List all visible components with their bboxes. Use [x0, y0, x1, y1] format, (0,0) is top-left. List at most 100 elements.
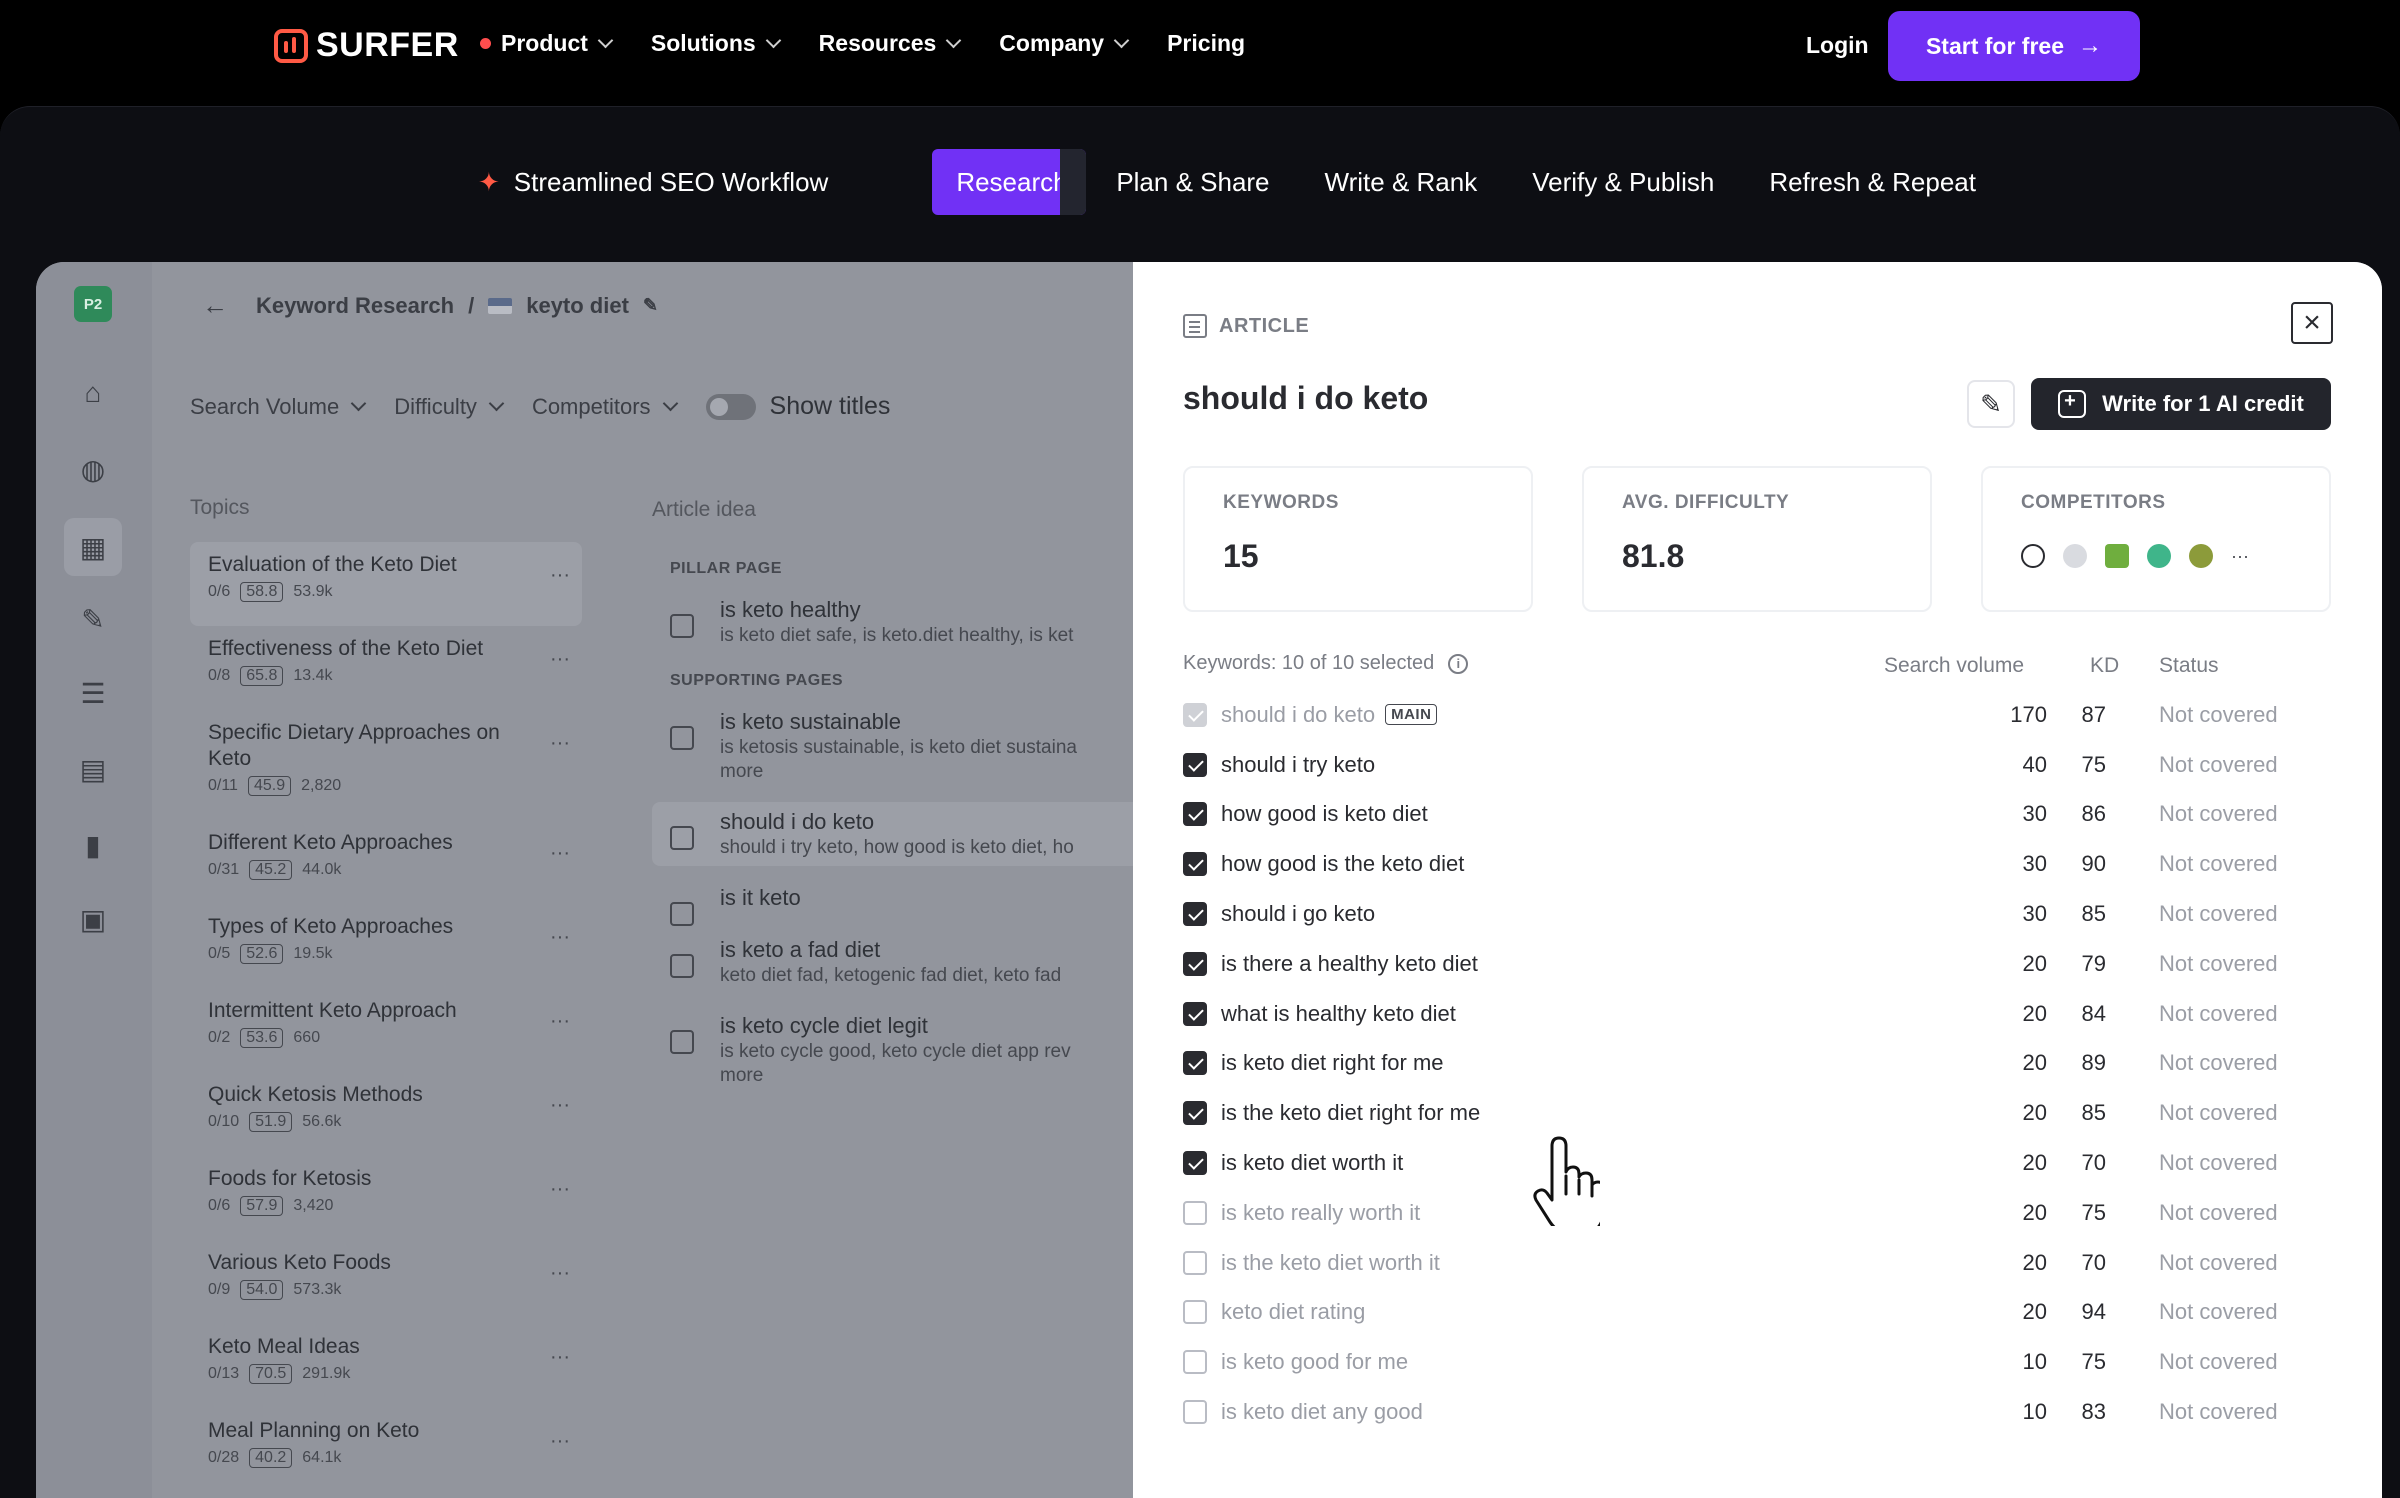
- list-icon[interactable]: ☰: [76, 676, 110, 710]
- filter-competitors[interactable]: Competitors: [532, 394, 678, 420]
- more-options-icon[interactable]: ···: [550, 1262, 570, 1285]
- keyword-checkbox[interactable]: [1183, 1250, 1207, 1275]
- article-more-link[interactable]: more: [720, 760, 1140, 784]
- competitor-person-icon[interactable]: [2063, 544, 2087, 568]
- topic-item[interactable]: Effectiveness of the Keto Diet 0/8 65.8 13.…: [190, 626, 582, 710]
- keyword-row[interactable]: how good is the keto diet 30 90 Not covered: [1183, 839, 2313, 889]
- show-titles-toggle[interactable]: [705, 393, 756, 420]
- keyword-row[interactable]: is there a healthy keto diet 20 79 Not cove…: [1183, 939, 2313, 989]
- menu-pricing[interactable]: Pricing: [1167, 30, 1245, 57]
- tab-write-rank[interactable]: Write & Rank: [1325, 167, 1478, 198]
- article-checkbox[interactable]: [670, 902, 694, 926]
- start-for-free-button[interactable]: Start for free →: [1888, 11, 2140, 81]
- topic-item[interactable]: Keto Meal Ideas 0/13 70.5 291.9k ···: [190, 1324, 582, 1408]
- close-button[interactable]: ×: [2291, 302, 2333, 344]
- menu-product[interactable]: Product: [480, 30, 614, 57]
- competitor-leaf-icon[interactable]: [2189, 544, 2213, 568]
- keyword-row[interactable]: how good is keto diet 30 86 Not covered: [1183, 790, 2313, 840]
- more-options-icon[interactable]: ···: [550, 1094, 570, 1117]
- topic-item[interactable]: Types of Keto Approaches 0/5 52.6 19.5k ···: [190, 904, 582, 988]
- home-icon[interactable]: ⌂: [76, 376, 110, 410]
- filter-search-volume[interactable]: Search Volume: [190, 394, 367, 420]
- back-arrow-icon[interactable]: ←: [202, 290, 228, 321]
- topic-item[interactable]: Evaluation of the Keto Diet 0/6 58.8 53.9k ·…: [190, 542, 582, 626]
- keyword-row[interactable]: should i try keto 40 75 Not covered: [1183, 740, 2313, 790]
- keyword-row[interactable]: is keto diet worth it 20 70 Not covered: [1183, 1138, 2313, 1188]
- more-options-icon[interactable]: ···: [550, 1010, 570, 1033]
- article-row[interactable]: is keto a fad diet keto diet fad, ketogen…: [652, 930, 1212, 994]
- breadcrumb-section[interactable]: Keyword Research: [256, 293, 454, 319]
- more-options-icon[interactable]: ···: [550, 648, 570, 671]
- more-options-icon[interactable]: ···: [550, 1430, 570, 1453]
- keyword-checkbox[interactable]: [1183, 802, 1207, 827]
- more-options-icon[interactable]: ···: [550, 564, 570, 587]
- keyword-checkbox[interactable]: [1183, 902, 1207, 927]
- competitor-green-icon[interactable]: [2105, 544, 2129, 568]
- keyword-checkbox[interactable]: [1183, 1051, 1207, 1076]
- more-options-icon[interactable]: ···: [550, 1178, 570, 1201]
- keyword-checkbox[interactable]: [1183, 1350, 1207, 1375]
- grid-icon[interactable]: ▦: [64, 518, 122, 576]
- edit-pencil-icon[interactable]: ✎: [643, 295, 658, 316]
- topic-item[interactable]: Intermittent Keto Approach 0/2 53.6 660 ···: [190, 988, 582, 1072]
- editor-icon[interactable]: ✎: [76, 602, 110, 636]
- project-badge[interactable]: P2: [74, 286, 112, 322]
- keyword-row[interactable]: is keto good for me 10 75 Not covered: [1183, 1337, 2313, 1387]
- keyword-checkbox[interactable]: [1183, 852, 1207, 877]
- document-icon[interactable]: ▣: [76, 902, 110, 936]
- article-row[interactable]: is it keto: [652, 878, 1212, 926]
- keyword-row[interactable]: should i go keto 30 85 Not covered: [1183, 889, 2313, 939]
- article-checkbox[interactable]: [670, 1030, 694, 1054]
- keyword-checkbox[interactable]: [1183, 1300, 1207, 1325]
- tab-verify-publish[interactable]: Verify & Publish: [1532, 167, 1714, 198]
- article-checkbox[interactable]: [670, 614, 694, 638]
- surfer-logo[interactable]: SURFER: [274, 26, 459, 65]
- globe-icon[interactable]: ◍: [76, 452, 110, 486]
- menu-solutions[interactable]: Solutions: [651, 30, 781, 57]
- keyword-checkbox[interactable]: [1183, 702, 1207, 727]
- keyword-checkbox[interactable]: [1183, 1200, 1207, 1225]
- more-options-icon[interactable]: ···: [550, 926, 570, 949]
- edit-button[interactable]: ✎: [1967, 380, 2015, 428]
- menu-company[interactable]: Company: [999, 30, 1130, 57]
- keyword-checkbox[interactable]: [1183, 752, 1207, 777]
- keyword-row[interactable]: is keto diet any good 10 83 Not covered: [1183, 1387, 2313, 1437]
- topic-item[interactable]: Meal Planning on Keto 0/28 40.2 64.1k ···: [190, 1408, 582, 1492]
- topic-item[interactable]: Quick Ketosis Methods 0/10 51.9 56.6k ···: [190, 1072, 582, 1156]
- table-icon[interactable]: ▤: [76, 752, 110, 786]
- topic-item[interactable]: Specific Dietary Approaches on Keto 0/11 4…: [190, 710, 582, 820]
- article-checkbox[interactable]: [670, 954, 694, 978]
- keyword-row[interactable]: what is healthy keto diet 20 84 Not covered: [1183, 989, 2313, 1039]
- topic-item[interactable]: Foods for Ketosis 0/6 57.9 3,420 ···: [190, 1156, 582, 1240]
- article-row[interactable]: is keto cycle diet legit is keto cycle go…: [652, 1006, 1212, 1094]
- tab-research[interactable]: Research: [932, 149, 1087, 215]
- keyword-row[interactable]: is keto diet right for me 20 89 Not covered: [1183, 1039, 2313, 1089]
- article-row[interactable]: should i do keto should i try keto, how g…: [652, 802, 1212, 866]
- keyword-row[interactable]: is the keto diet right for me 20 85 Not cov…: [1183, 1088, 2313, 1138]
- article-checkbox[interactable]: [670, 726, 694, 750]
- keyword-row[interactable]: keto diet rating 20 94 Not covered: [1183, 1288, 2313, 1338]
- tab-refresh-repeat[interactable]: Refresh & Repeat: [1769, 167, 1976, 198]
- bar-chart-icon[interactable]: ▮: [76, 828, 110, 862]
- article-row[interactable]: is keto sustainable is ketosis sustainabl…: [652, 702, 1212, 790]
- write-ai-button[interactable]: Write for 1 AI credit: [2031, 378, 2331, 430]
- keyword-checkbox[interactable]: [1183, 1151, 1207, 1176]
- info-icon[interactable]: i: [1448, 653, 1469, 674]
- competitor-d-icon[interactable]: [2021, 544, 2045, 568]
- keyword-checkbox[interactable]: [1183, 1101, 1207, 1126]
- article-checkbox[interactable]: [670, 826, 694, 850]
- menu-resources[interactable]: Resources: [819, 30, 962, 57]
- article-more-link[interactable]: more: [720, 1064, 1140, 1088]
- more-options-icon[interactable]: ···: [550, 732, 570, 755]
- keyword-checkbox[interactable]: [1183, 1400, 1207, 1425]
- competitor-apple-icon[interactable]: [2147, 544, 2171, 568]
- column-kd[interactable]: KD: [2090, 654, 2119, 678]
- topic-item[interactable]: Various Keto Foods 0/9 54.0 573.3k ···: [190, 1240, 582, 1324]
- keyword-row[interactable]: is the keto diet worth it 20 70 Not covered: [1183, 1238, 2313, 1288]
- more-options-icon[interactable]: ···: [550, 1346, 570, 1369]
- keyword-checkbox[interactable]: [1183, 951, 1207, 976]
- tab-plan-share[interactable]: Plan & Share: [1116, 167, 1269, 198]
- keyword-row[interactable]: should i do keto MAIN 170 87 Not covered: [1183, 690, 2313, 740]
- more-competitors-icon[interactable]: ···: [2231, 546, 2249, 567]
- topic-item[interactable]: Different Keto Approaches 0/31 45.2 44.0k ··…: [190, 820, 582, 904]
